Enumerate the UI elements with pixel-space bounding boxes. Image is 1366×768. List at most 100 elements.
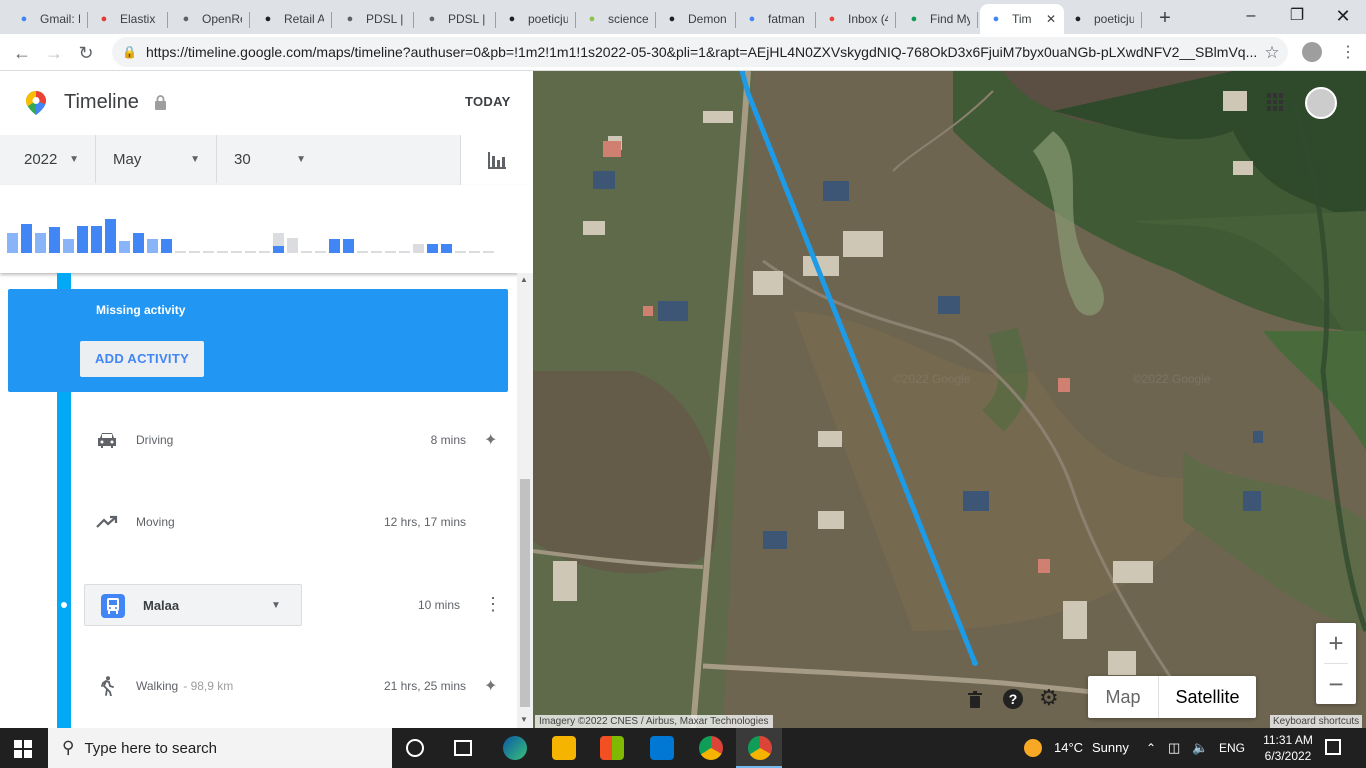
scroll-up-arrow[interactable]: ▲ xyxy=(520,275,528,284)
histogram-bar[interactable] xyxy=(287,238,298,253)
histogram-bar[interactable] xyxy=(105,219,116,253)
histogram-bar[interactable] xyxy=(203,251,214,253)
taskbar-search[interactable]: ⚲ Type here to search xyxy=(48,728,392,768)
clock[interactable]: 11:31 AM 6/3/2022 xyxy=(1258,732,1318,764)
histogram-bar[interactable] xyxy=(245,251,256,253)
histogram-bar[interactable] xyxy=(259,251,270,253)
trash-icon[interactable] xyxy=(967,691,983,714)
histogram-bar[interactable] xyxy=(189,251,200,253)
edit-wand-icon[interactable]: ✦ xyxy=(484,676,497,696)
day-histogram[interactable] xyxy=(0,185,533,273)
bookmark-star-icon[interactable]: ☆ xyxy=(1258,40,1286,66)
histogram-bar[interactable] xyxy=(455,251,466,253)
histogram-bar[interactable] xyxy=(119,241,130,253)
chrome-active-slot[interactable] xyxy=(736,728,782,768)
map-type-map[interactable]: Map xyxy=(1088,676,1158,718)
histogram-bar[interactable] xyxy=(413,244,424,253)
histogram-bar[interactable] xyxy=(35,233,46,253)
scroll-down-arrow[interactable]: ▼ xyxy=(520,715,528,724)
network-icon[interactable]: ◫ xyxy=(1168,728,1180,768)
address-bar[interactable]: 🔒 https://timeline.google.com/maps/timel… xyxy=(112,37,1288,67)
settings-gear-icon[interactable]: ⚙ xyxy=(1039,685,1059,711)
histogram-bar[interactable] xyxy=(63,239,74,253)
help-icon[interactable]: ? xyxy=(1003,689,1023,709)
weather-temp[interactable]: 14°C xyxy=(1054,728,1083,768)
activity-driving[interactable]: Driving 8 mins ✦ xyxy=(96,428,506,452)
histogram-bar[interactable] xyxy=(315,251,326,253)
keyboard-shortcuts-link[interactable]: Keyboard shortcuts xyxy=(1270,715,1363,728)
close-tab-icon[interactable]: ✕ xyxy=(1046,12,1056,26)
browser-tab[interactable]: ● Retail A xyxy=(252,4,332,34)
histogram-bar[interactable] xyxy=(21,224,32,253)
notification-icon[interactable] xyxy=(1325,739,1341,755)
browser-tab[interactable]: ● poeticju xyxy=(496,4,576,34)
browser-tab[interactable]: ● Tim ✕ xyxy=(980,4,1064,34)
histogram-bar[interactable] xyxy=(77,226,88,253)
mail-icon[interactable] xyxy=(650,736,674,760)
zoom-out-button[interactable]: − xyxy=(1316,664,1356,704)
new-tab-button[interactable]: + xyxy=(1152,6,1178,30)
file-explorer-icon[interactable] xyxy=(552,736,576,760)
activity-type-dropdown[interactable]: Malaa ▼ xyxy=(84,584,302,626)
histogram-bar[interactable] xyxy=(399,251,410,253)
browser-tab[interactable]: ● poeticju xyxy=(1062,4,1142,34)
weather-text[interactable]: Sunny xyxy=(1092,728,1129,768)
profile-avatar[interactable] xyxy=(1302,42,1322,62)
account-avatar[interactable] xyxy=(1305,87,1337,119)
activity-moving[interactable]: Moving 12 hrs, 17 mins xyxy=(96,510,506,534)
stats-button[interactable] xyxy=(460,135,533,185)
cortana-icon[interactable] xyxy=(406,739,424,757)
browser-tab[interactable]: ● Inbox (4 xyxy=(816,4,896,34)
histogram-bar[interactable] xyxy=(329,239,340,253)
store-icon[interactable] xyxy=(600,736,624,760)
add-activity-button[interactable]: ADD ACTIVITY xyxy=(80,341,204,377)
forward-button[interactable]: → xyxy=(40,40,68,66)
histogram-bar[interactable] xyxy=(217,251,228,253)
satellite-map[interactable]: ©2022 Google ©2022 Google ? ⚙ Map Satell… xyxy=(533,71,1366,728)
histogram-bar[interactable] xyxy=(91,226,102,253)
windows-start-icon[interactable] xyxy=(14,740,32,758)
histogram-bar[interactable] xyxy=(175,251,186,253)
browser-tab[interactable]: ● Demon xyxy=(656,4,736,34)
minimize-button[interactable]: – xyxy=(1228,0,1274,32)
zoom-in-button[interactable]: + xyxy=(1316,623,1356,663)
histogram-bar[interactable] xyxy=(371,251,382,253)
browser-tab[interactable]: ● PDSL | \ xyxy=(334,4,414,34)
histogram-bar[interactable] xyxy=(483,251,494,253)
today-button[interactable]: TODAY xyxy=(465,94,511,109)
browser-tab[interactable]: ● PDSL | \ xyxy=(416,4,496,34)
chevron-up-icon[interactable]: ⌃ xyxy=(1146,728,1156,768)
task-view-icon[interactable] xyxy=(454,740,472,756)
histogram-bar[interactable] xyxy=(469,251,480,253)
browser-tab[interactable]: ● Gmail: F xyxy=(8,4,88,34)
map-type-satellite[interactable]: Satellite xyxy=(1158,676,1256,718)
histogram-bar[interactable] xyxy=(231,251,242,253)
month-dropdown[interactable]: May ▼ xyxy=(97,135,217,183)
histogram-bar[interactable] xyxy=(385,251,396,253)
histogram-bar[interactable] xyxy=(357,251,368,253)
edit-wand-icon[interactable]: ✦ xyxy=(484,430,497,450)
histogram-bar[interactable] xyxy=(343,239,354,253)
close-window-button[interactable]: ✕ xyxy=(1320,0,1366,32)
day-dropdown[interactable]: 30 ▼ xyxy=(218,135,306,183)
back-button[interactable]: ← xyxy=(8,40,36,66)
histogram-bar[interactable] xyxy=(133,233,144,253)
browser-tab[interactable]: ● Find My xyxy=(898,4,978,34)
activity-walking[interactable]: Walking - 98,9 km 21 hrs, 25 mins ✦ xyxy=(96,674,506,698)
url-text[interactable]: https://timeline.google.com/maps/timelin… xyxy=(146,44,1257,60)
histogram-bar[interactable] xyxy=(441,244,452,253)
browser-tab[interactable]: ● fatman xyxy=(736,4,816,34)
histogram-bar[interactable] xyxy=(273,233,284,253)
language-indicator[interactable]: ENG xyxy=(1219,728,1245,768)
histogram-bar[interactable] xyxy=(147,239,158,253)
scrollbar-thumb[interactable] xyxy=(520,479,530,707)
histogram-bar[interactable] xyxy=(49,227,60,253)
browser-tab[interactable]: ● science xyxy=(576,4,656,34)
volume-icon[interactable]: 🔈 xyxy=(1192,728,1208,768)
browser-tab[interactable]: ● OpenRe xyxy=(170,4,250,34)
maximize-button[interactable]: ❐ xyxy=(1274,0,1320,32)
edge-icon[interactable] xyxy=(503,736,527,760)
menu-dots-icon[interactable]: ⋮ xyxy=(1334,40,1362,66)
histogram-bar[interactable] xyxy=(427,244,438,253)
histogram-bar[interactable] xyxy=(7,233,18,253)
